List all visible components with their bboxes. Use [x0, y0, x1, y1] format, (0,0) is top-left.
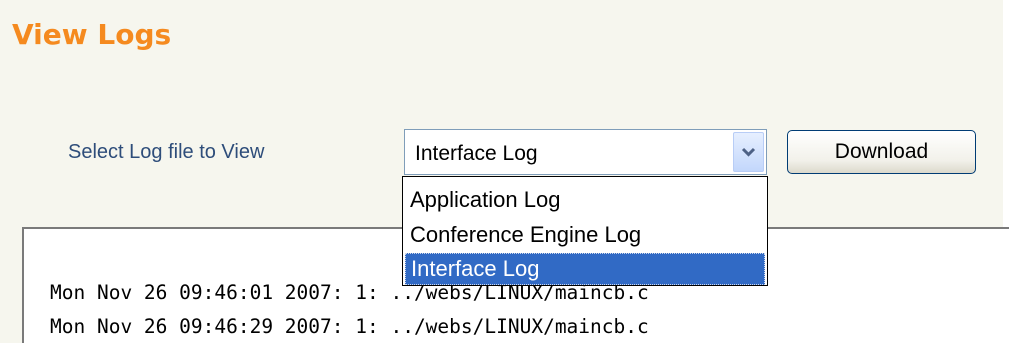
log-file-select-value: Interface Log: [415, 142, 538, 165]
log-file-select[interactable]: Interface Log: [404, 129, 767, 175]
option-application-log[interactable]: Application Log: [405, 184, 765, 216]
option-interface-log[interactable]: Interface Log: [405, 253, 765, 285]
view-logs-page: View Logs Select Log file to View Interf…: [0, 0, 1009, 343]
dropdown-arrow-button[interactable]: [733, 132, 764, 172]
download-button[interactable]: Download: [787, 130, 976, 174]
page-title: View Logs: [12, 18, 172, 51]
option-conference-engine-log[interactable]: Conference Engine Log: [405, 219, 765, 251]
log-file-dropdown-list: Application Log Conference Engine Log In…: [402, 176, 768, 286]
log-line: Mon Nov 26 09:46:29 2007: 1: ../webs/LIN…: [50, 315, 649, 338]
chevron-down-icon: [741, 147, 756, 157]
log-file-label: Select Log file to View: [68, 141, 265, 163]
